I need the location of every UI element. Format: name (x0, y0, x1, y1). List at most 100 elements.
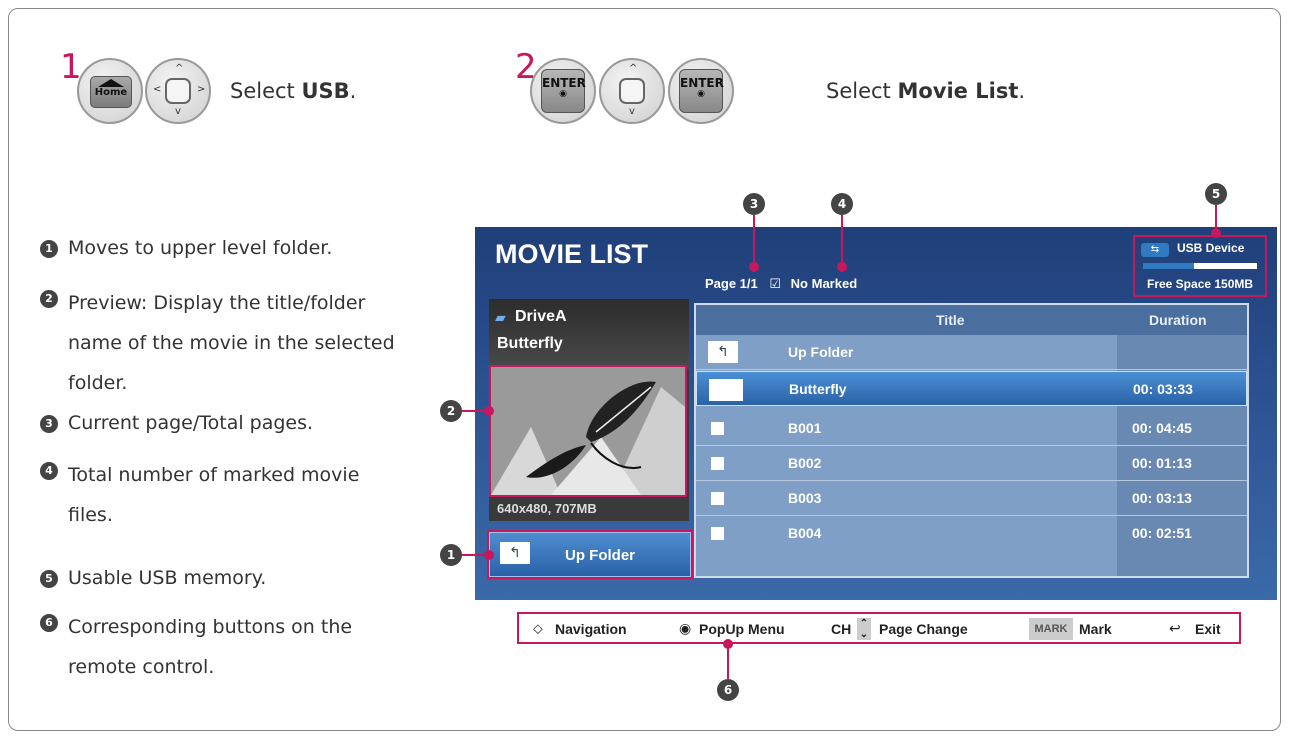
checkbox[interactable] (711, 422, 724, 435)
callout-2: 2 (440, 400, 462, 422)
legend-bullet: 4 (40, 462, 58, 480)
header-title: Title (936, 312, 965, 328)
preview-info: 640x480, 707MB (497, 501, 597, 516)
dpad-button-ring-1: ^ v < > (145, 58, 211, 124)
arrow-right-icon: > (197, 84, 206, 95)
callout-4-dot (837, 262, 847, 272)
enter-button-ring-1: ENTER ◉ (530, 58, 596, 124)
row-duration: 00: 01:13 (1132, 455, 1192, 471)
legend-text: Current page/Total pages. (68, 412, 314, 434)
enter-dot-icon: ◉ (559, 89, 567, 100)
table-row[interactable]: B003 00: 03:13 (696, 481, 1247, 516)
legend-text: Total number of marked movie files. (68, 464, 360, 526)
legend-item-6: 6 Corresponding buttons on the remote con… (40, 607, 430, 687)
legend-text: Usable USB memory. (68, 567, 267, 589)
butterfly-thumbnail (491, 367, 685, 495)
page-indicator: Page 1/1 (705, 276, 758, 291)
movie-list-screen: MOVIE LIST Page 1/1 ☑ No Marked ⇆ USB De… (475, 227, 1277, 600)
screen-title: MOVIE LIST (495, 239, 649, 269)
row-duration: 00: 02:51 (1132, 525, 1192, 541)
table-row[interactable]: B002 00: 01:13 (696, 446, 1247, 481)
step-1-target: USB (301, 79, 350, 103)
row-title: B003 (788, 490, 822, 506)
free-space-label: Free Space 150MB (1147, 277, 1254, 291)
callout-2-dot (484, 406, 494, 416)
folder-icon (709, 379, 743, 401)
legend-text: Preview: Display the title/folder name o… (68, 292, 395, 394)
step-1-suffix: . (349, 79, 357, 103)
step-1-instruction: Select USB. (230, 79, 356, 103)
popup-label: PopUp Menu (699, 621, 785, 637)
home-key: Home (90, 76, 132, 108)
legend-bullet: 5 (40, 570, 58, 588)
up-folder-icon: ↰ (708, 341, 738, 363)
callout-3: 3 (743, 193, 765, 215)
enter-dot-icon: ◉ (697, 89, 705, 100)
callout-1-dot (484, 550, 494, 560)
enter-key-2: ENTER ◉ (679, 69, 724, 113)
checkbox[interactable] (711, 492, 724, 505)
usb-device-label: USB Device (1177, 241, 1245, 255)
callout-4-line (841, 215, 843, 265)
preview-title: Butterfly (497, 335, 563, 352)
usb-space-bar (1143, 263, 1257, 269)
home-button-ring: Home (77, 58, 143, 124)
arrow-down-icon: v (629, 106, 635, 117)
drive-name: DriveA (515, 308, 567, 325)
table-row[interactable]: B004 00: 02:51 (696, 516, 1247, 551)
mark-key: MARK (1029, 618, 1073, 640)
preview-thumbnail-frame (489, 365, 687, 497)
table-row-selected[interactable]: Butterfly 00: 03:33 (696, 371, 1247, 406)
dpad-center-2 (619, 78, 645, 104)
exit-icon: ↩ (1169, 620, 1181, 636)
arrow-up-icon: ^ (629, 63, 638, 74)
row-title: B002 (788, 455, 822, 471)
table-row[interactable]: ↰ Up Folder (696, 335, 1247, 370)
row-title: B004 (788, 525, 822, 541)
callout-3-line (753, 215, 755, 265)
checkbox-icon: ☑ (769, 276, 782, 291)
legend-item-2: 2 Preview: Display the title/folder name … (40, 283, 430, 403)
callout-5: 5 (1205, 183, 1227, 205)
page-change-label: Page Change (879, 621, 968, 637)
remote-buttons-bar: ⬦ Navigation ◉ PopUp Menu CH ⌃ ⌄ Page Cha… (517, 612, 1241, 644)
step-2-prefix: Select (826, 79, 898, 103)
legend-bullet: 6 (40, 614, 58, 632)
callout-4: 4 (831, 193, 853, 215)
ch-updown-icon: ⌃ ⌄ (857, 618, 871, 640)
exit-label: Exit (1195, 621, 1221, 637)
legend-bullet: 1 (40, 240, 58, 258)
row-title: Up Folder (788, 344, 854, 360)
popup-icon: ◉ (679, 620, 692, 636)
callout-6-dot (723, 639, 733, 649)
callout-6: 6 (717, 679, 739, 701)
row-duration: 00: 04:45 (1132, 420, 1192, 436)
checkbox[interactable] (711, 527, 724, 540)
table-header: Title Duration (696, 305, 1247, 335)
legend-bullet: 3 (40, 415, 58, 433)
checkbox[interactable] (711, 457, 724, 470)
dpad-button-ring-2: ^ v (599, 58, 665, 124)
row-duration: 00: 03:13 (1132, 490, 1192, 506)
step-2-target: Movie List (897, 79, 1019, 103)
step-2-suffix: . (1018, 79, 1026, 103)
mark-label: Mark (1079, 621, 1112, 637)
step-1-prefix: Select (230, 79, 302, 103)
table-row[interactable]: B001 00: 04:45 (696, 411, 1247, 446)
legend-item-4: 4 Total number of marked movie files. (40, 455, 430, 535)
usb-icon: ⇆ (1141, 243, 1169, 257)
home-key-label: Home (94, 87, 128, 98)
callout-6-line (727, 644, 729, 680)
enter-button-ring-2: ENTER ◉ (668, 58, 734, 124)
callout-1: 1 (440, 544, 462, 566)
callout-3-dot (749, 262, 759, 272)
row-title: Butterfly (789, 381, 847, 397)
preview-panel: ▰ DriveA Butterfly 640x480, 707MB (489, 299, 689, 521)
row-duration: 00: 03:33 (1133, 381, 1193, 397)
arrow-up-icon: ^ (175, 63, 184, 74)
enter-key-1: ENTER ◉ (541, 69, 586, 113)
legend-text: Corresponding buttons on the remote cont… (68, 616, 353, 678)
legend-item-3: 3 Current page/Total pages. (40, 408, 430, 438)
callout-5-dot (1211, 228, 1221, 238)
usb-device-box: ⇆ USB Device Free Space 150MB (1133, 235, 1267, 297)
